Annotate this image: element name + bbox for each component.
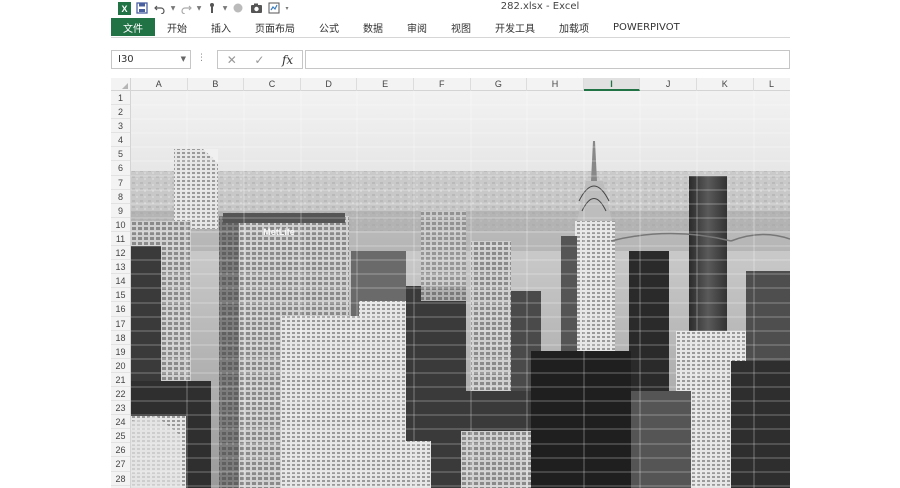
tab-review[interactable]: 审阅 <box>395 18 439 36</box>
row-header[interactable]: 24 <box>111 415 130 430</box>
tab-powerpivot[interactable]: POWERPIVOT <box>601 18 692 36</box>
row-header[interactable]: 8 <box>111 190 130 204</box>
row-header[interactable]: 1 <box>111 91 130 106</box>
row-header[interactable]: 13 <box>111 260 130 275</box>
row-header[interactable]: 2 <box>111 105 130 120</box>
tab-view[interactable]: 视图 <box>439 18 483 36</box>
row-header[interactable]: 16 <box>111 302 130 317</box>
row-header[interactable]: 11 <box>111 232 130 247</box>
column-header-c[interactable]: C <box>244 78 301 91</box>
row-header[interactable]: 25 <box>111 429 130 444</box>
window-title: 282.xlsx - Excel <box>500 1 580 12</box>
formula-input[interactable] <box>305 50 790 69</box>
tab-insert[interactable]: 插入 <box>199 18 243 36</box>
column-header-i[interactable]: I <box>583 78 641 91</box>
name-box-value: I30 <box>118 54 134 65</box>
column-header-f[interactable]: F <box>414 78 471 91</box>
tab-page-layout[interactable]: 页面布局 <box>243 18 307 36</box>
select-all-button[interactable] <box>111 78 131 91</box>
column-header-e[interactable]: E <box>357 78 414 91</box>
row-header[interactable]: 6 <box>111 161 130 176</box>
row-header[interactable]: 20 <box>111 359 130 373</box>
row-headers: 1 2 3 4 5 6 7 8 9 10 11 12 13 14 15 16 1… <box>111 91 131 488</box>
city-skyline-background-image: MetLife <box>131 91 790 488</box>
formula-bar: I30 ▼ ⋮ ✕ ✓ fx <box>111 50 790 69</box>
cancel-icon[interactable]: ✕ <box>227 53 237 67</box>
name-box-dropdown-icon[interactable]: ▼ <box>181 51 186 68</box>
row-header[interactable]: 23 <box>111 401 130 416</box>
row-header[interactable]: 4 <box>111 133 130 148</box>
row-header[interactable]: 3 <box>111 119 130 134</box>
row-header[interactable]: 28 <box>111 472 130 486</box>
name-box[interactable]: I30 ▼ <box>111 50 191 69</box>
row-header[interactable]: 7 <box>111 176 130 190</box>
column-header-b[interactable]: B <box>188 78 245 91</box>
formula-buttons: ✕ ✓ fx <box>217 50 303 69</box>
row-header[interactable]: 21 <box>111 373 130 387</box>
row-header[interactable]: 27 <box>111 457 130 472</box>
row-header[interactable]: 10 <box>111 218 130 232</box>
insert-function-button[interactable]: fx <box>282 53 293 67</box>
column-header-l[interactable]: L <box>754 78 790 91</box>
row-header[interactable]: 18 <box>111 331 130 345</box>
ribbon-divider <box>111 37 790 38</box>
row-header[interactable]: 14 <box>111 274 130 289</box>
row-header[interactable]: 12 <box>111 246 130 261</box>
tab-formulas[interactable]: 公式 <box>307 18 351 36</box>
tab-data[interactable]: 数据 <box>351 18 395 36</box>
row-header[interactable]: 9 <box>111 204 130 218</box>
column-header-j[interactable]: J <box>640 78 697 91</box>
column-headers: A B C D E F G H I J K L <box>111 78 790 91</box>
tab-developer[interactable]: 开发工具 <box>483 18 547 36</box>
column-header-a[interactable]: A <box>131 78 188 91</box>
row-header[interactable]: 5 <box>111 147 130 162</box>
title-bar: X ▼ ▼ ▼ ▾ 282.xlsx - Excel <box>0 0 900 16</box>
column-header-k[interactable]: K <box>697 78 754 91</box>
tab-file[interactable]: 文件 <box>111 18 155 36</box>
column-header-h[interactable]: H <box>527 78 584 91</box>
column-header-d[interactable]: D <box>301 78 358 91</box>
row-header[interactable]: 17 <box>111 317 130 331</box>
row-header[interactable]: 22 <box>111 387 130 402</box>
row-header[interactable]: 15 <box>111 288 130 303</box>
ribbon-tabs: 文件 开始 插入 页面布局 公式 数据 审阅 视图 开发工具 加载项 POWER… <box>111 18 692 36</box>
tab-addins[interactable]: 加载项 <box>547 18 601 36</box>
worksheet-grid[interactable]: MetLife <box>131 91 790 488</box>
row-header[interactable]: 26 <box>111 443 130 458</box>
formula-bar-grip-icon[interactable]: ⋮ <box>197 53 206 63</box>
column-header-g[interactable]: G <box>471 78 528 91</box>
tab-home[interactable]: 开始 <box>155 18 199 36</box>
enter-icon[interactable]: ✓ <box>254 53 264 67</box>
row-header[interactable]: 19 <box>111 345 130 359</box>
